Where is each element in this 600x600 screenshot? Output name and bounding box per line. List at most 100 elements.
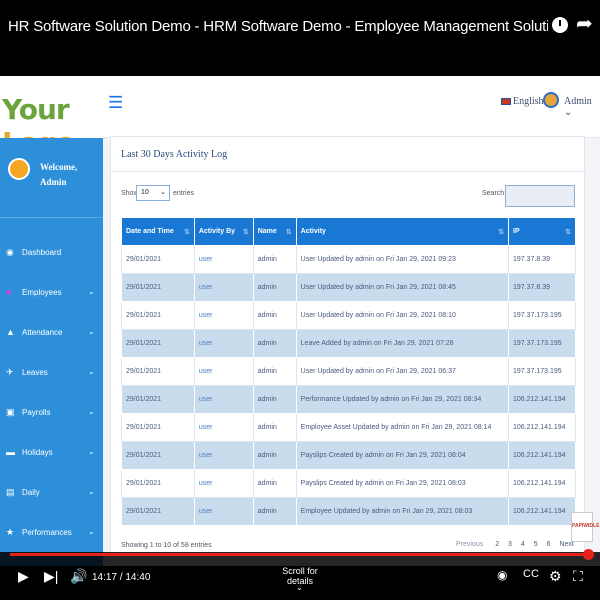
- sidebar-item-attendance[interactable]: ▲ Attendance ⌄: [0, 314, 103, 354]
- sidebar-item-holidays[interactable]: ▬ Holidays ⌄: [0, 434, 103, 474]
- column-header-activity-by[interactable]: Activity By ⇅: [193, 217, 254, 246]
- cell-name: admin: [252, 385, 297, 414]
- settings-icon[interactable]: ⚙: [549, 568, 562, 585]
- cell-name: admin: [252, 357, 297, 386]
- share-icon[interactable]: ➦: [576, 14, 593, 34]
- video-title[interactable]: HR Software Solution Demo - HRM Software…: [8, 18, 548, 35]
- cell-name: admin: [252, 469, 297, 498]
- cell-date: 29/01/2021: [121, 441, 195, 470]
- sidebar: Welcome, Admin ◉ Dashboard ■ Employees ⌄…: [0, 138, 103, 566]
- fullscreen-icon[interactable]: ⛶: [573, 568, 583, 585]
- video-time: 14:17 / 14:40: [92, 572, 151, 583]
- table-row: 29/01/2021 user admin Employee Asset Upd…: [121, 413, 576, 442]
- table-row: 29/01/2021 user admin Performance Update…: [121, 385, 576, 414]
- pagination-page-6[interactable]: 6: [547, 541, 551, 548]
- cell-activity-by[interactable]: user: [193, 329, 254, 358]
- cell-activity-by[interactable]: user: [193, 413, 254, 442]
- admin-avatar[interactable]: [543, 92, 559, 108]
- pagination: Previous 2 3 4 5 6 Next: [456, 541, 581, 548]
- sort-icon: ⇅: [285, 229, 292, 236]
- column-header-name[interactable]: Name ⇅: [252, 217, 297, 246]
- cell-activity: Leave Added by admin on Fri Jan 29, 2021…: [295, 329, 510, 358]
- welcome-line1: Welcome,: [40, 162, 78, 172]
- column-header-date[interactable]: Date and Time ⇅: [121, 217, 195, 246]
- sidebar-item-payrolls[interactable]: ▣ Payrolls ⌄: [0, 394, 103, 434]
- column-header-label: IP: [513, 228, 520, 235]
- column-header-ip[interactable]: IP ⇅: [508, 217, 576, 246]
- chevron-down-icon: ⌄: [88, 287, 95, 296]
- sort-icon: ⇅: [565, 229, 571, 236]
- cell-activity: User Updated by admin on Fri Jan 29, 202…: [295, 273, 510, 302]
- cell-activity: User Updated by admin on Fri Jan 29, 202…: [295, 301, 510, 330]
- cell-name: admin: [252, 329, 297, 358]
- admin-menu[interactable]: Admin ⌄: [564, 96, 600, 118]
- cell-date: 29/01/2021: [121, 497, 195, 526]
- cell-activity-by[interactable]: user: [193, 441, 254, 470]
- language-label: English: [513, 96, 544, 107]
- cell-name: admin: [252, 441, 297, 470]
- pagination-page-2[interactable]: 2: [495, 541, 499, 548]
- pagination-page-4[interactable]: 4: [521, 541, 525, 548]
- sidebar-item-performances[interactable]: ★ Performances ⌄: [0, 514, 103, 554]
- welcome-block: Welcome, Admin: [0, 138, 103, 218]
- search-input[interactable]: [505, 185, 575, 207]
- chevron-down-icon[interactable]: ⌄: [296, 583, 303, 592]
- pagination-page-3[interactable]: 3: [508, 541, 512, 548]
- watch-later-icon[interactable]: [552, 17, 568, 33]
- sidebar-item-daily[interactable]: ▤ Daily ⌄: [0, 474, 103, 514]
- sidebar-item-label: Employees: [22, 288, 62, 297]
- sidebar-item-dashboard[interactable]: ◉ Dashboard: [0, 234, 103, 274]
- language-selector[interactable]: English: [501, 96, 544, 107]
- cell-activity: User Updated by admin on Fri Jan 29, 202…: [295, 245, 510, 274]
- cell-activity: Employee Asset Updated by admin on Fri J…: [295, 413, 510, 442]
- top-navbar: ☰ English Admin ⌄: [103, 76, 600, 138]
- autoplay-toggle-icon[interactable]: ◉: [497, 568, 507, 582]
- cell-activity-by[interactable]: user: [193, 245, 254, 274]
- cell-ip: 197.37.8.39: [508, 245, 576, 274]
- cell-activity-by[interactable]: user: [193, 469, 254, 498]
- welcome-text: Welcome, Admin: [40, 160, 77, 190]
- panel-title: Last 30 Days Activity Log: [121, 149, 228, 160]
- welcome-line2: Admin: [40, 177, 67, 187]
- cell-activity: Payslips Created by admin on Fri Jan 29,…: [295, 469, 510, 498]
- user-avatar: [8, 158, 30, 180]
- chevron-down-icon: ⌄: [160, 189, 166, 196]
- cell-date: 29/01/2021: [121, 469, 195, 498]
- video-scrubber-handle[interactable]: [583, 549, 594, 560]
- sidebar-item-employees[interactable]: ■ Employees ⌄: [0, 274, 103, 314]
- gauge-icon: ◉: [6, 247, 14, 257]
- bed-icon: ▬: [6, 447, 15, 457]
- chevron-down-icon: ⌄: [88, 407, 95, 416]
- cell-activity: Employee Updated by admin on Fri Jan 29,…: [295, 497, 510, 526]
- channel-watermark[interactable]: PAPIWIDLE: [571, 512, 599, 542]
- cell-ip: 197.37.173.195: [508, 329, 576, 358]
- cell-date: 29/01/2021: [121, 329, 195, 358]
- cell-activity-by[interactable]: user: [193, 273, 254, 302]
- cell-ip: 197.37.8.39: [508, 273, 576, 302]
- pagination-page-5[interactable]: 5: [534, 541, 538, 548]
- cell-activity-by[interactable]: user: [193, 497, 254, 526]
- column-header-activity[interactable]: Activity ⇅: [295, 217, 510, 246]
- cell-activity-by[interactable]: user: [193, 301, 254, 330]
- chevron-down-icon: ⌄: [88, 487, 95, 496]
- cell-ip: 106.212.141.194: [508, 413, 576, 442]
- sort-icon: ⇅: [498, 229, 504, 236]
- cell-activity-by[interactable]: user: [193, 357, 254, 386]
- entries-label: entries: [173, 190, 195, 197]
- table-row: 29/01/2021 user admin User Updated by ad…: [121, 301, 576, 330]
- entries-per-page-select[interactable]: 10 ⌄: [136, 185, 170, 201]
- cell-ip: 106.212.141.194: [508, 441, 576, 470]
- pagination-next[interactable]: Next: [559, 541, 573, 548]
- menu-toggle-icon[interactable]: ☰: [108, 93, 123, 113]
- volume-icon[interactable]: 🔊: [70, 568, 87, 585]
- next-icon[interactable]: ▶|: [44, 568, 58, 585]
- video-progress-bar[interactable]: [10, 553, 590, 556]
- sidebar-item-label: Leaves: [22, 368, 48, 377]
- money-icon: ▣: [6, 407, 15, 417]
- play-icon[interactable]: ▶: [18, 568, 29, 585]
- pagination-previous[interactable]: Previous: [456, 541, 483, 548]
- table-row: 29/01/2021 user admin Employee Updated b…: [121, 497, 576, 526]
- sidebar-item-leaves[interactable]: ✈ Leaves ⌄: [0, 354, 103, 394]
- captions-icon[interactable]: CC: [523, 568, 539, 580]
- cell-activity-by[interactable]: user: [193, 385, 254, 414]
